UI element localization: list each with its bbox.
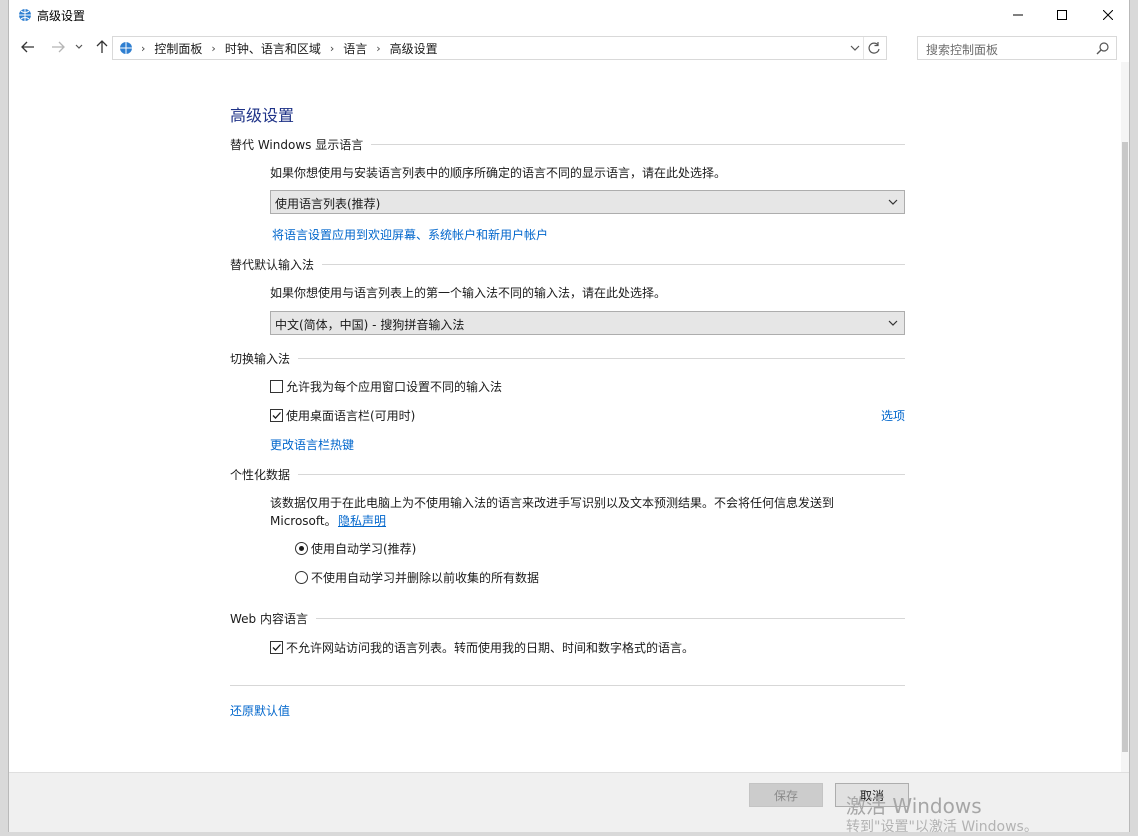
divider [863,37,864,59]
vertical-scrollbar[interactable] [1121,62,1129,772]
arrow-right-icon [52,41,65,53]
dropdown-value: 使用语言列表(推荐) [275,197,381,211]
personalization-description: 该数据仅用于在此电脑上为不使用输入法的语言来改进手写识别以及文本预测结果。不会将… [270,496,835,510]
search-icon [1096,42,1109,55]
control-panel-icon [120,42,132,54]
langbar-options-link[interactable]: 选项 [881,407,905,424]
personalization-description-end: Microsoft。 [270,514,337,528]
change-langbar-hotkeys-link[interactable]: 更改语言栏热键 [270,436,354,453]
breadcrumb-separator: › [141,41,146,55]
privacy-statement-link[interactable]: 隐私声明 [338,512,386,529]
section-heading: 替代默认输入法 [230,257,315,272]
section-heading: 个性化数据 [230,467,291,482]
section-web-content: Web 内容语言 [230,610,905,626]
section-switch-input: 切换输入法 [230,350,905,366]
arrow-left-icon [21,41,34,53]
forward-button[interactable] [47,36,69,58]
navigation-bar: › 控制面板 › 时钟、语言和区域 › 语言 › 高级设置 搜索控制面板 [9,32,1129,62]
page-title: 高级设置 [230,106,295,125]
close-button[interactable] [1085,0,1131,30]
maximize-icon [1057,10,1067,20]
window-title: 高级设置 [37,9,86,23]
arrow-up-icon [96,40,108,53]
no-auto-learning-radio[interactable] [295,571,308,584]
display-language-dropdown[interactable]: 使用语言列表(推荐) [270,190,905,214]
section-heading: 替代 Windows 显示语言 [230,137,364,152]
divider [371,143,905,145]
apply-to-welcome-screen-link[interactable]: 将语言设置应用到欢迎屏幕、系统帐户和新用户帐户 [272,226,548,243]
scrollbar-thumb[interactable] [1122,142,1128,752]
address-bar[interactable]: › 控制面板 › 时钟、语言和区域 › 语言 › 高级设置 [112,36,887,60]
up-button[interactable] [91,36,113,58]
activation-watermark-title: 激活 Windows [846,794,982,818]
web-language-list-label: 不允许网站访问我的语言列表。转而使用我的日期、时间和数字格式的语言。 [286,641,695,655]
breadcrumb-item[interactable]: 控制面板 [154,40,202,57]
web-language-list-checkbox[interactable] [270,641,283,654]
dropdown-value: 中文(简体，中国) - 搜狗拼音输入法 [275,318,465,332]
restore-defaults-link[interactable]: 还原默认值 [230,702,290,719]
control-panel-icon [19,9,31,21]
divider [298,357,905,359]
display-language-description: 如果你想使用与安装语言列表中的顺序所确定的语言不同的显示语言，请在此处选择。 [270,166,727,180]
advanced-settings-window: 高级设置 › 控制面板 › 时钟、语言和区域 › 语言 › 高级设置 搜索控制面… [8,0,1130,832]
minimize-icon [1013,14,1023,16]
per-app-input-checkbox[interactable] [270,380,283,393]
maximize-button[interactable] [1039,0,1085,30]
main-content: 高级设置 替代 Windows 显示语言 如果你想使用与安装语言列表中的顺序所确… [9,62,1129,772]
refresh-icon[interactable] [866,40,882,56]
chevron-down-icon[interactable] [848,41,862,55]
section-input-method: 替代默认输入法 [230,256,905,272]
input-method-description: 如果你想使用与语言列表上的第一个输入法不同的输入法，请在此处选择。 [270,286,667,300]
close-icon [1103,10,1113,20]
breadcrumb-item[interactable]: 时钟、语言和区域 [225,40,321,57]
no-auto-learning-label: 不使用自动学习并删除以前收集的所有数据 [311,571,540,585]
chevron-down-icon [888,320,898,326]
input-method-dropdown[interactable]: 中文(简体，中国) - 搜狗拼音输入法 [270,311,905,335]
section-personalization: 个性化数据 [230,466,905,482]
back-button[interactable] [17,36,39,58]
auto-learning-radio[interactable] [295,542,308,555]
desktop-langbar-checkbox[interactable] [270,409,283,422]
checkmark-icon [272,412,281,419]
chevron-down-icon [888,199,898,205]
recent-locations-button[interactable] [71,36,87,58]
search-input[interactable]: 搜索控制面板 [917,36,1117,60]
auto-learning-label: 使用自动学习(推荐) [311,542,417,556]
breadcrumb-separator: › [376,41,381,55]
minimize-button[interactable] [995,0,1041,30]
chevron-down-icon [75,44,83,49]
save-button[interactable]: 保存 [749,783,823,807]
activation-watermark-subtitle: 转到"设置"以激活 Windows。 [846,819,1038,835]
per-app-input-label: 允许我为每个应用窗口设置不同的输入法 [286,380,503,394]
section-heading: Web 内容语言 [230,611,308,626]
divider [322,263,905,265]
radio-selected-dot [299,546,304,551]
section-display-language: 替代 Windows 显示语言 [230,136,905,152]
breadcrumb-separator: › [211,41,216,55]
title-bar: 高级设置 [9,0,1129,30]
breadcrumb-separator: › [329,41,335,55]
divider [230,685,905,686]
breadcrumb-item[interactable]: 语言 [343,40,367,57]
breadcrumb-item[interactable]: 高级设置 [390,40,438,57]
search-placeholder: 搜索控制面板 [926,43,999,57]
divider [315,617,905,619]
desktop-langbar-label: 使用桌面语言栏(可用时) [286,409,416,423]
divider [298,473,905,475]
checkmark-icon [272,644,281,651]
section-heading: 切换输入法 [230,351,291,366]
